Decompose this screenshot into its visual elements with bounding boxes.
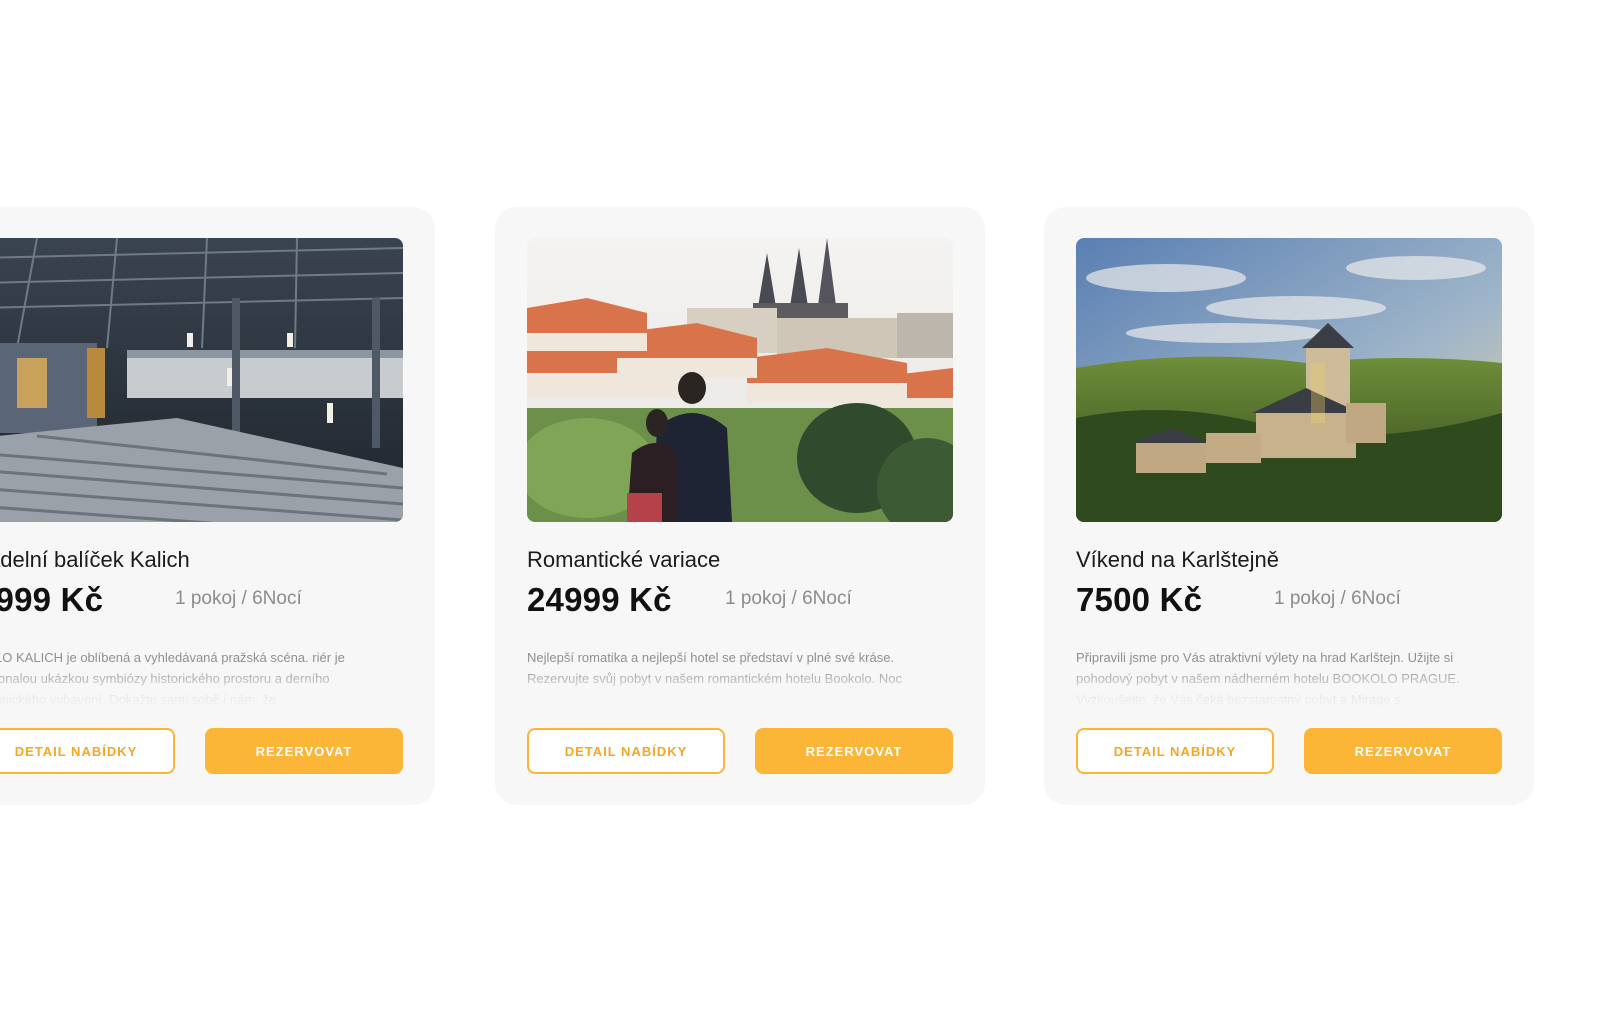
- offer-title: Romantické variace: [527, 547, 721, 572]
- offer-unit: 1 pokoj / 6Nocí: [175, 588, 302, 609]
- offer-price: 2999 Kč: [0, 581, 104, 618]
- offer-card: Romantické variace 24999 Kč 1 pokoj / 6N…: [495, 207, 985, 805]
- offer-photo-karlstejn: [1076, 238, 1502, 522]
- offer-title: Víkend na Karlštejně: [1076, 547, 1280, 572]
- offer-card: Víkend na Karlštejně 7500 Kč 1 pokoj / 6…: [1044, 207, 1534, 805]
- book-button[interactable]: REZERVOVAT: [755, 728, 953, 774]
- offer-description: ADLO KALICH je oblíbená a vyhledávaná pr…: [0, 650, 345, 707]
- book-button[interactable]: REZERVOVAT: [205, 728, 403, 774]
- book-button[interactable]: REZERVOVAT: [1304, 728, 1502, 774]
- offer-unit: 1 pokoj / 6Nocí: [1274, 588, 1401, 609]
- offer-price: 7500 Kč: [1076, 581, 1203, 618]
- detail-button[interactable]: DETAIL NABÍDKY: [527, 728, 725, 774]
- offer-photo-prague: [527, 238, 953, 522]
- detail-button[interactable]: DETAIL NABÍDKY: [1076, 728, 1274, 774]
- offers-carousel: vadelní balíček Kalich 2999 Kč 1 pokoj /…: [0, 0, 1600, 1032]
- offer-price: 24999 Kč: [527, 581, 672, 618]
- offer-unit: 1 pokoj / 6Nocí: [725, 588, 852, 609]
- offer-card: vadelní balíček Kalich 2999 Kč 1 pokoj /…: [0, 207, 435, 805]
- offer-description: Nejlepší romatika a nejlepší hotel se př…: [527, 650, 903, 686]
- offer-title: vadelní balíček Kalich: [0, 547, 190, 572]
- offer-photo-theater: [0, 238, 403, 522]
- offer-description: Připravili jsme pro Vás atraktivní výlet…: [1076, 650, 1460, 707]
- detail-button[interactable]: DETAIL NABÍDKY: [0, 728, 175, 774]
